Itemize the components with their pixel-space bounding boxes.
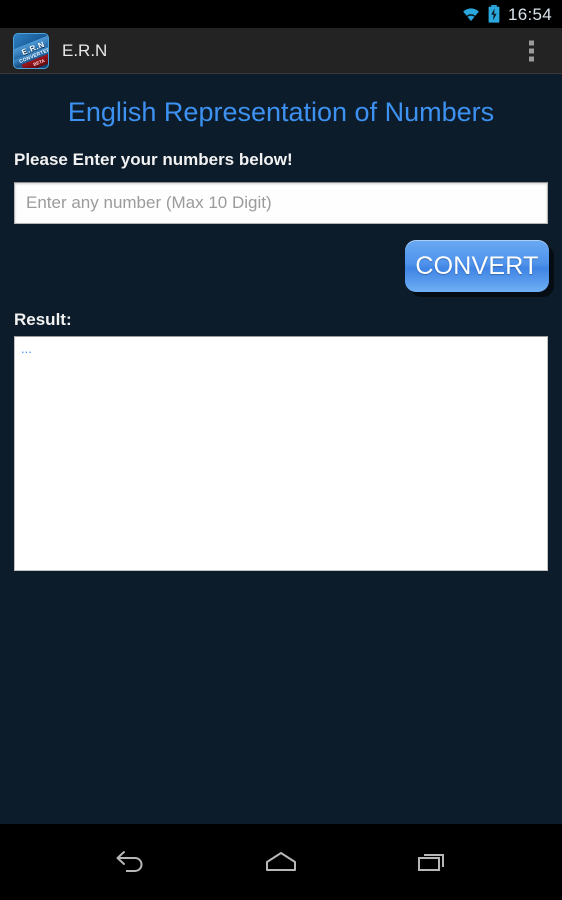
result-box[interactable]: ...: [14, 335, 548, 571]
overflow-dot: [529, 40, 534, 45]
app-icon[interactable]: E.R.N CONVERTER BETA: [13, 32, 49, 69]
phone-screen: 16:54 E.R.N CONVERTER BETA E.R.N English…: [0, 0, 562, 900]
convert-button[interactable]: CONVERT: [405, 239, 549, 292]
app-title: E.R.N: [62, 41, 108, 60]
prompt-label: Please Enter your numbers below!: [14, 149, 293, 169]
recents-icon[interactable]: [404, 838, 460, 886]
result-text: ...: [21, 340, 32, 356]
convert-row: CONVERT: [0, 239, 549, 292]
navigation-bar: [0, 824, 562, 900]
page-title: English Representation of Numbers: [67, 97, 495, 127]
overflow-dot: [529, 48, 534, 53]
overflow-dot: [529, 56, 534, 61]
action-bar: E.R.N CONVERTER BETA E.R.N: [0, 28, 562, 74]
main-content: English Representation of Numbers Please…: [0, 74, 562, 824]
status-bar-clock: 16:54: [507, 4, 552, 24]
home-icon[interactable]: [253, 838, 309, 886]
battery-charging-icon: [488, 5, 500, 23]
number-input[interactable]: [14, 181, 548, 224]
overflow-menu-icon[interactable]: [521, 34, 542, 67]
status-bar: 16:54: [0, 0, 562, 28]
wifi-icon: [461, 7, 481, 22]
result-label: Result:: [14, 309, 72, 329]
back-icon[interactable]: [102, 838, 158, 886]
